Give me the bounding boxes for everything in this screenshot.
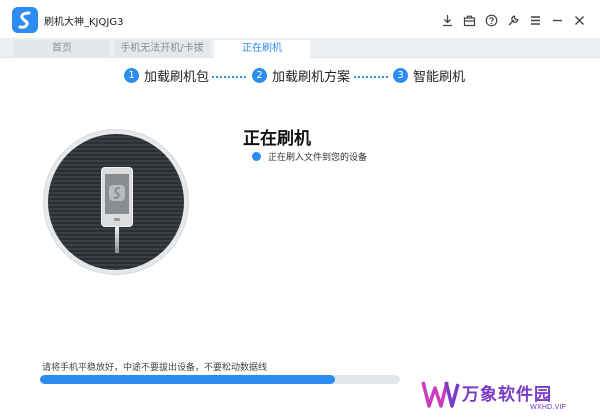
usb-cable: [115, 227, 119, 253]
watermark-sub: WXHD.VIP: [530, 403, 566, 411]
status-title: 正在刷机: [243, 129, 311, 149]
close-icon[interactable]: [570, 11, 588, 29]
app-title: 刷机大神_KJQJG3: [44, 17, 124, 28]
help-icon[interactable]: [482, 11, 500, 29]
app-logo-icon: [12, 7, 38, 33]
step-number: 1: [124, 68, 139, 83]
toolbox-icon[interactable]: [460, 11, 478, 29]
download-icon[interactable]: [438, 11, 456, 29]
progress-bar: [40, 375, 400, 384]
home-button: [114, 218, 120, 221]
step-indicator: 1 加载刷机包 2 加载刷机方案 3 智能刷机: [0, 66, 600, 88]
step-number: 2: [252, 68, 267, 83]
app-badge-icon: [109, 185, 125, 201]
step-connector: [212, 76, 246, 78]
step-1: 1 加载刷机包: [124, 66, 209, 85]
tab-flashing[interactable]: 正在刷机: [214, 40, 310, 59]
app-window: 刷机大神_KJQJG3 首页 手机无法开机/卡拔 正在刷机 1 加载刷机包 2 …: [0, 0, 600, 420]
minimize-icon[interactable]: [548, 11, 566, 29]
step-label: 加载刷机包: [144, 70, 210, 85]
watermark-text: 万象软件园: [462, 385, 552, 405]
progress-fill: [40, 375, 336, 384]
step-3: 3 智能刷机: [393, 66, 465, 85]
menu-icon[interactable]: [526, 11, 544, 29]
watermark-logo-icon: [420, 378, 460, 416]
step-2: 2 加载刷机方案: [252, 66, 350, 85]
phone-illustration: [43, 129, 189, 275]
progress-hint: 请将手机平稳放好，中途不要拔出设备，不要松动数据线: [42, 363, 268, 373]
step-number: 3: [393, 68, 408, 83]
watermark: 万象软件园 WXHD.VIP: [412, 372, 600, 420]
phone-screen: [105, 174, 129, 214]
step-connector: [354, 76, 388, 78]
phone-icon: [101, 167, 133, 227]
illustration-background: [48, 134, 184, 270]
status-detail: 正在刷入文件到您的设备: [268, 153, 368, 163]
status-dot-icon: [252, 152, 261, 161]
step-label: 加载刷机方案: [272, 70, 351, 85]
title-bar: 刷机大神_KJQJG3: [0, 0, 600, 38]
status-line: 正在刷入文件到您的设备: [252, 150, 367, 163]
tab-bar: 首页 手机无法开机/卡拔 正在刷机: [0, 38, 600, 59]
wrench-icon[interactable]: [504, 11, 522, 29]
tab-wont-boot[interactable]: 手机无法开机/卡拔: [114, 40, 210, 58]
step-label: 智能刷机: [413, 70, 466, 85]
window-controls: [438, 11, 588, 29]
tab-home[interactable]: 首页: [14, 40, 110, 58]
